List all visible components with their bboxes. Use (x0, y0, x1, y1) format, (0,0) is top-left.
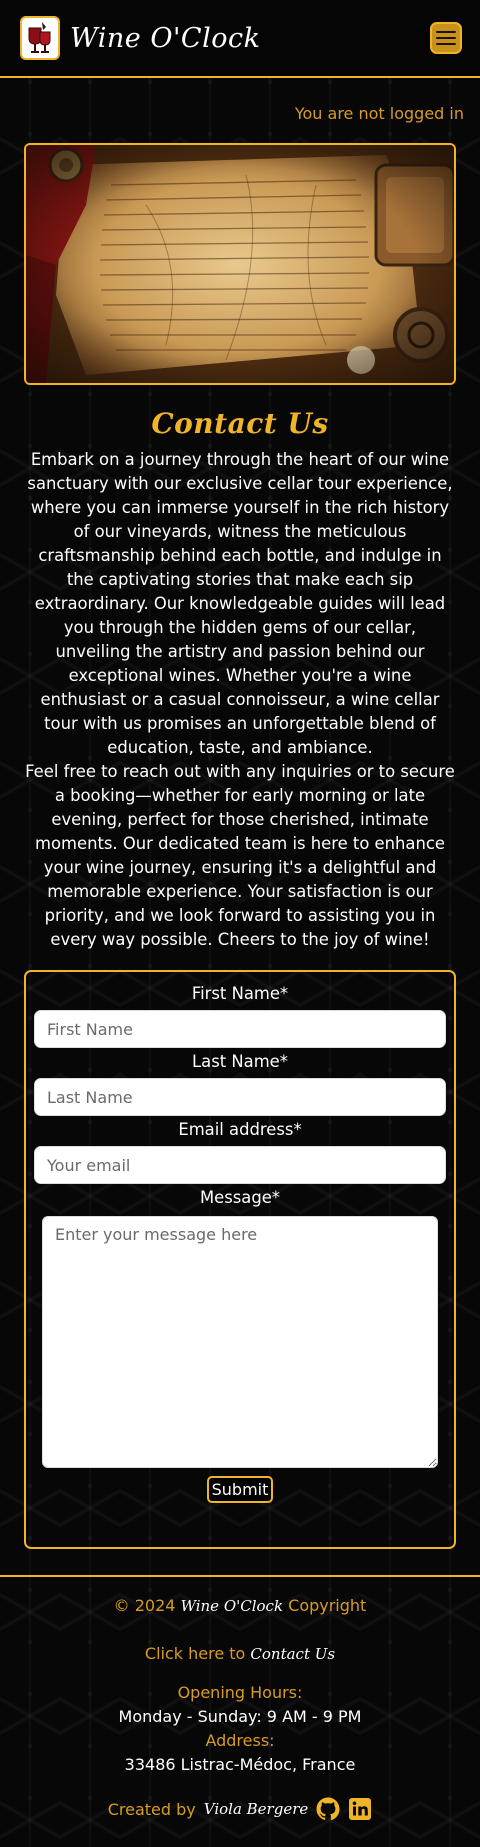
intro-paragraph: Embark on a journey through the heart of… (27, 450, 453, 757)
menu-bar (436, 43, 456, 45)
message-textarea[interactable] (42, 1216, 438, 1468)
credits-prefix: Created by (107, 1799, 196, 1819)
old-parchment-letters-image (24, 143, 456, 385)
page-title: Contact Us (151, 407, 329, 440)
site-footer: © 2024 Wine O'Clock Copyright Click here… (0, 1575, 480, 1847)
github-icon[interactable] (316, 1797, 340, 1821)
contact-us-link[interactable]: Contact Us (250, 1645, 335, 1663)
contact-form: First Name* Last Name* Email address* Me… (24, 970, 456, 1549)
opening-hours-value: Monday - Sunday: 9 AM - 9 PM (118, 1707, 362, 1726)
email-label: Email address* (178, 1120, 302, 1139)
contact-prefix: Click here to (144, 1644, 246, 1663)
submit-button[interactable]: Submit (206, 1476, 274, 1503)
linkedin-icon[interactable] (348, 1797, 372, 1821)
first-name-label: First Name* (191, 984, 289, 1003)
copyright-brand: Wine O'Clock (180, 1597, 284, 1615)
menu-bar (436, 31, 456, 33)
credits: Created by Viola Bergere (0, 1797, 480, 1821)
intro-text: Embark on a journey through the heart of… (24, 448, 456, 952)
last-name-input[interactable] (34, 1078, 446, 1116)
first-name-input[interactable] (34, 1010, 446, 1048)
copyright-prefix: © 2024 (113, 1596, 176, 1615)
contact-cta: Click here to Contact Us (0, 1643, 480, 1665)
submit-wrap: Submit (34, 1476, 446, 1503)
site-header: Wine O'Clock (0, 0, 480, 78)
last-name-label: Last Name* (192, 1052, 288, 1071)
email-input[interactable] (34, 1146, 446, 1184)
message-label: Message* (199, 1188, 281, 1207)
copyright-suffix: Copyright (288, 1596, 367, 1615)
menu-bar (436, 37, 456, 39)
wine-glass-icon (20, 16, 60, 60)
address-label: Address: (205, 1731, 275, 1750)
address-value: 33486 Listrac-Médoc, France (124, 1755, 356, 1774)
hamburger-menu-icon[interactable] (430, 22, 462, 54)
intro-paragraph: Feel free to reach out with any inquirie… (25, 762, 455, 949)
credits-author: Viola Bergere (203, 1800, 309, 1818)
opening-hours-label: Opening Hours: (177, 1683, 303, 1702)
brand[interactable]: Wine O'Clock (20, 16, 260, 60)
copyright: © 2024 Wine O'Clock Copyright (0, 1595, 480, 1617)
brand-name: Wine O'Clock (70, 22, 261, 54)
login-status: You are not logged in (294, 104, 464, 123)
